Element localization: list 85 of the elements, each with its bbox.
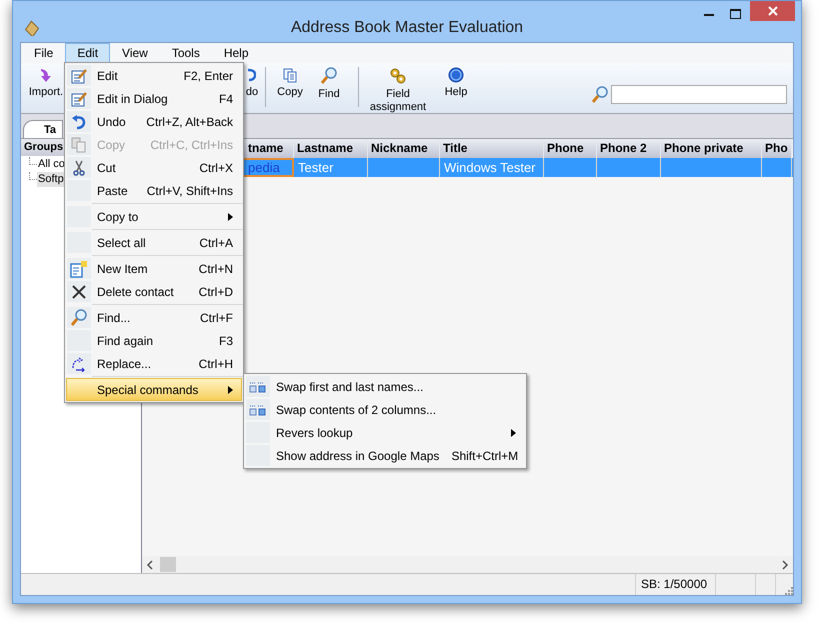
scroll-right-icon[interactable] xyxy=(781,560,789,570)
new-document-icon xyxy=(70,260,88,278)
shortcut-text: Ctrl+Z, Alt+Back xyxy=(145,114,234,130)
toolbar-button[interactable]: Import. xyxy=(25,63,67,99)
resize-grip-icon[interactable] xyxy=(783,585,793,595)
menu-item[interactable]: Replace... Ctrl+H xyxy=(66,352,242,375)
menu-item[interactable]: Tools xyxy=(160,43,212,63)
column-header[interactable]: Title xyxy=(440,139,544,158)
close-button[interactable] xyxy=(750,1,795,21)
copy-icon xyxy=(282,67,298,83)
menu-item[interactable]: New Item Ctrl+N xyxy=(66,257,242,280)
menu-item[interactable]: Edit xyxy=(65,43,110,63)
menu-item[interactable]: Swap first and last names... xyxy=(245,375,525,398)
status-text: SB: 1/50000 xyxy=(641,577,708,591)
menu-item[interactable]: Special commands xyxy=(66,378,242,401)
column-header[interactable]: Pho xyxy=(762,139,792,158)
tab[interactable]: Ta xyxy=(23,120,63,138)
copy-icon xyxy=(71,136,87,152)
submenu-arrow-icon xyxy=(511,428,516,436)
menu-item[interactable]: Copy to xyxy=(66,205,242,228)
window-title: Address Book Master Evaluation xyxy=(290,18,524,36)
column-header[interactable]: Phone 2 xyxy=(597,139,661,158)
edit-icon xyxy=(70,90,88,108)
shortcut-text: Ctrl+N xyxy=(198,260,234,278)
toolbar-button[interactable]: Copy xyxy=(272,63,308,99)
menu-item[interactable]: File xyxy=(22,43,66,63)
column-header[interactable]: Lastname xyxy=(294,139,368,158)
table-cell: Windows Tester xyxy=(444,160,536,175)
toolbar-button[interactable]: Field assignment xyxy=(365,63,431,114)
undo-icon xyxy=(248,67,256,83)
menu-item[interactable]: Edit in Dialog F4 xyxy=(66,87,242,110)
maximize-icon xyxy=(730,9,740,19)
search-field[interactable] xyxy=(611,85,787,104)
scissors-icon xyxy=(73,160,85,176)
magnifier-icon xyxy=(320,67,338,85)
menu-item[interactable]: Undo Ctrl+Z, Alt+Back xyxy=(66,110,242,133)
search-icon xyxy=(591,86,609,104)
search-icon xyxy=(70,308,88,326)
horizontal-scrollbar[interactable] xyxy=(142,556,793,573)
shortcut-text: F3 xyxy=(218,332,234,350)
menu-item[interactable]: Find... Ctrl+F xyxy=(66,306,242,329)
scroll-left-icon[interactable] xyxy=(146,560,154,570)
column-header: Groups xyxy=(24,140,64,155)
shortcut-text: F4 xyxy=(218,90,234,108)
help-icon xyxy=(448,67,464,83)
column-header[interactable]: Nickname xyxy=(368,139,440,158)
menu-item[interactable]: Help xyxy=(212,43,261,63)
menu-item[interactable]: Paste Ctrl+V, Shift+Ins xyxy=(66,179,242,202)
table-cell: pedia xyxy=(248,160,280,175)
swap-columns-icon xyxy=(249,380,267,392)
menu-item[interactable]: Delete contact Ctrl+D xyxy=(66,280,242,303)
menu-item[interactable]: View xyxy=(110,43,160,63)
shortcut-text: Ctrl+F xyxy=(199,310,234,326)
toolbar-button[interactable]: do xyxy=(243,63,261,99)
table-cell: Tester xyxy=(298,160,334,175)
scroll-thumb[interactable] xyxy=(160,557,176,572)
toolbar-button[interactable]: Help xyxy=(439,63,473,99)
close-icon xyxy=(768,6,778,16)
swap-columns-icon xyxy=(249,404,267,416)
shortcut-text: Ctrl+X xyxy=(198,160,234,176)
shortcut-text: Ctrl+C, Ctrl+Ins xyxy=(149,136,234,154)
menu-item[interactable]: Revers lookup xyxy=(245,421,525,444)
minimize-icon xyxy=(704,12,714,16)
arrow-down-icon xyxy=(38,67,54,83)
column-header[interactable]: Phone xyxy=(544,139,597,158)
shortcut-text: Ctrl+A xyxy=(198,234,234,252)
toolbar-button[interactable]: Find xyxy=(314,63,344,101)
gears-icon xyxy=(389,67,407,85)
shortcut-text: Ctrl+V, Shift+Ins xyxy=(146,182,234,200)
delete-icon xyxy=(72,284,86,298)
shortcut-text: Shift+Ctrl+M xyxy=(450,448,520,464)
edit-icon xyxy=(70,66,88,84)
menu-item[interactable]: Swap contents of 2 columns... xyxy=(245,398,525,421)
column-header[interactable]: Phone private xyxy=(661,139,762,158)
shortcut-text: Ctrl+H xyxy=(198,356,234,372)
menu-item[interactable]: Show address in Google Maps Shift+Ctrl+M xyxy=(245,444,525,467)
menu-item[interactable]: Find again F3 xyxy=(66,329,242,352)
menu-item[interactable]: Edit F2, Enter xyxy=(66,64,242,87)
submenu-arrow-icon xyxy=(228,386,233,394)
undo-icon xyxy=(71,114,87,130)
tree-item[interactable]: Softp xyxy=(37,172,65,187)
menu-item[interactable]: Select all Ctrl+A xyxy=(66,231,242,254)
shortcut-text: F2, Enter xyxy=(182,68,234,84)
shortcut-text: Ctrl+D xyxy=(198,284,234,300)
submenu-arrow-icon xyxy=(228,212,233,220)
